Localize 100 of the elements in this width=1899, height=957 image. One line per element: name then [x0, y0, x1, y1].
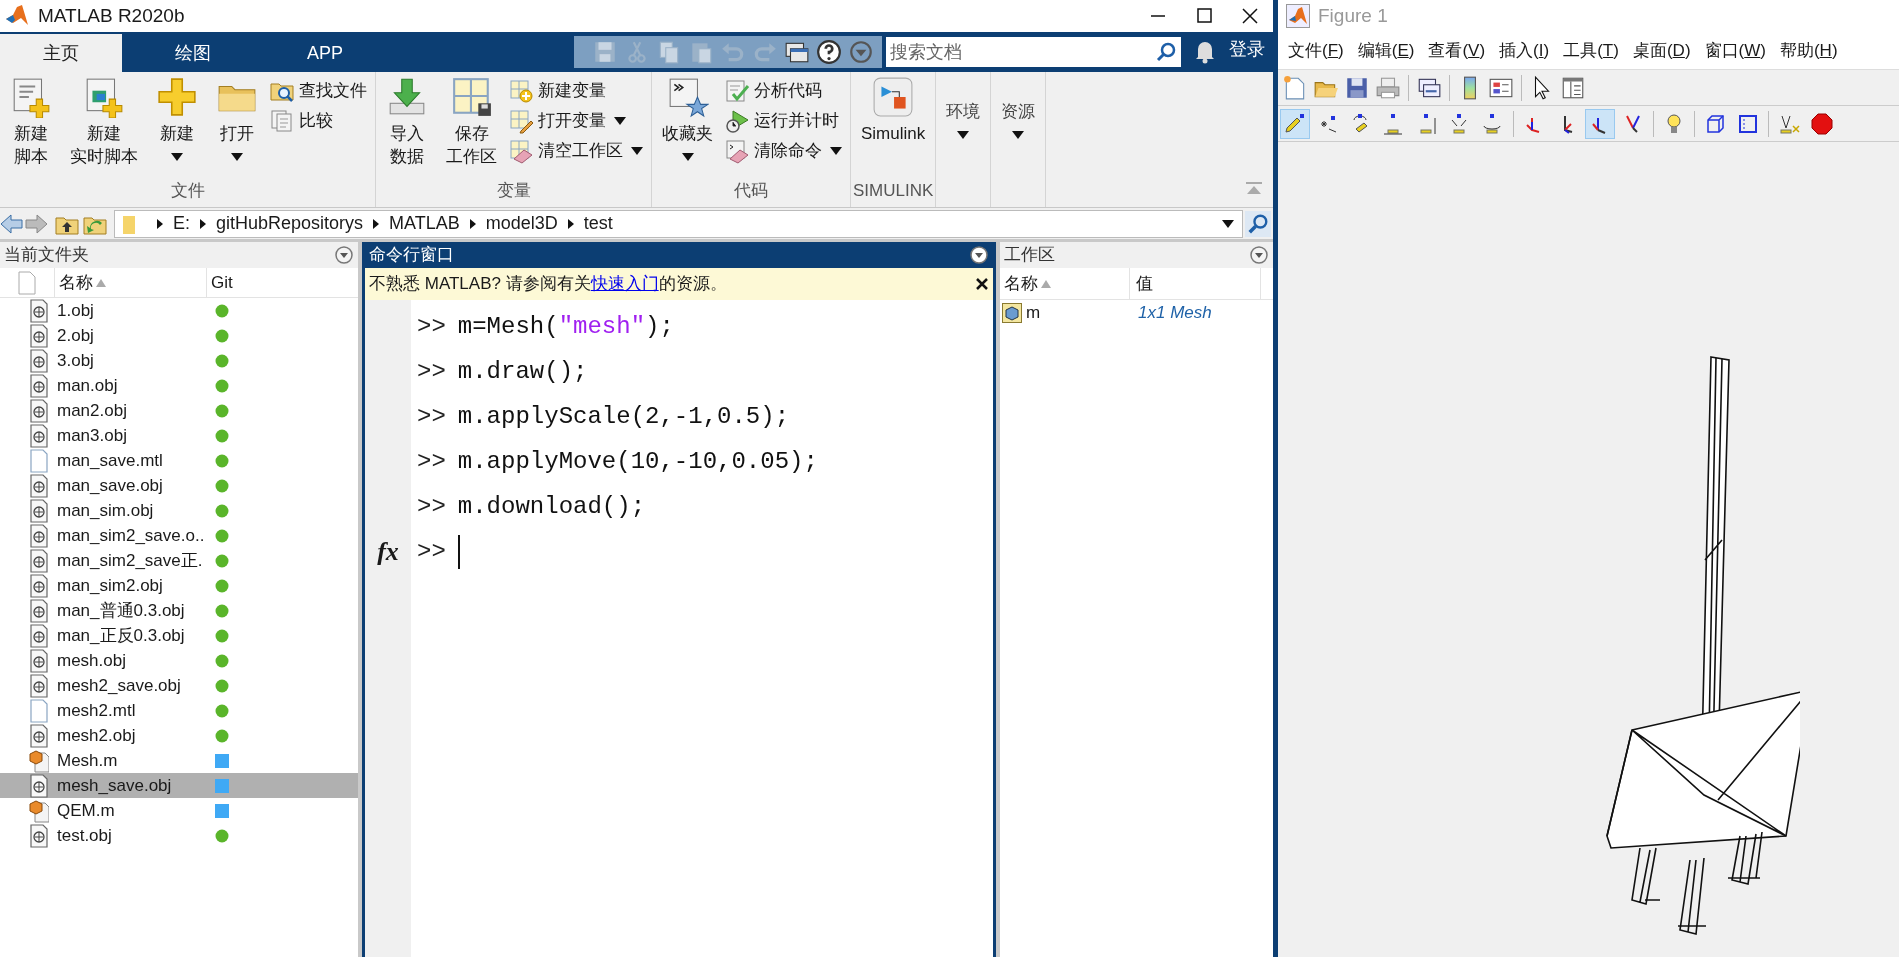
login-link[interactable]: 登录 [1229, 36, 1265, 63]
ribbon-button[interactable]: 打开变量 [509, 108, 647, 134]
object-file-icon [29, 573, 49, 598]
sort-ascending-icon [96, 278, 106, 287]
column-header[interactable]: 名称 [59, 269, 93, 296]
file-name: 3.obj [57, 350, 94, 370]
ribbon-button[interactable]: 新建 脚本 [4, 76, 58, 168]
ribbon-button[interactable]: 环境 [940, 76, 987, 139]
file-row[interactable]: mesh2.obj [0, 723, 358, 748]
ribbon-button[interactable]: 新建变量 [509, 78, 647, 104]
axes-lines-icon [1625, 113, 1641, 134]
toolbar-button[interactable] [1280, 108, 1310, 139]
command-line: m.applyScale(2,-1,0.5); [457, 402, 790, 432]
ribbon-button[interactable]: 导入 数据 [380, 76, 434, 168]
ribbon-button[interactable]: 收藏夹 [656, 76, 719, 161]
panel-menu-icon[interactable] [1249, 245, 1269, 265]
back-arrow-icon[interactable] [0, 212, 24, 235]
menu-item[interactable]: 窗口(W) [1698, 37, 1772, 64]
path-segment[interactable]: E: [173, 210, 190, 237]
file-row[interactable]: QEM.m [0, 798, 358, 823]
ribbon-button[interactable]: 新建 实时脚本 [64, 76, 144, 168]
file-row[interactable]: man_普通0.3.obj [0, 598, 358, 623]
file-name: 1.obj [57, 300, 94, 320]
file-row[interactable]: Mesh.m [0, 748, 358, 773]
menu-item[interactable]: 帮助(H) [1773, 37, 1844, 64]
ribbon-button[interactable]: 清除命令 [725, 138, 846, 164]
panel-title: 当前文件夹 [4, 244, 90, 267]
file-name: man3.obj [57, 425, 127, 445]
file-name: man_正反0.3.obj [57, 625, 185, 645]
file-row[interactable]: man_sim2.obj [0, 573, 358, 598]
ribbon-button[interactable]: Simulink [855, 76, 932, 145]
dropdown-circle-icon[interactable] [848, 39, 874, 65]
ribbon-tab[interactable]: APP [264, 34, 386, 72]
menu-item[interactable]: 编辑(E) [1351, 37, 1421, 64]
path-segment[interactable]: MATLAB [389, 210, 460, 237]
toolbar-button[interactable] [1585, 108, 1615, 139]
file-row[interactable]: test.obj [0, 823, 358, 848]
search-input[interactable]: 搜索文档 [890, 38, 1155, 66]
path-segment[interactable]: gitHubRepositorys [216, 210, 364, 237]
ribbon-tab[interactable]: 绘图 [132, 34, 254, 72]
menu-item[interactable]: 查看(V) [1422, 37, 1492, 64]
ribbon-button[interactable]: 保存 工作区 [440, 76, 503, 168]
file-row[interactable]: mesh_save.obj [0, 773, 358, 798]
file-row[interactable]: mesh2.mtl [0, 698, 358, 723]
class-file-icon [29, 798, 49, 823]
quick-start-link[interactable]: 快速入门 [590, 274, 659, 294]
close-icon[interactable] [975, 277, 989, 291]
menu-item[interactable]: 文件(F) [1282, 37, 1350, 64]
ribbon-button[interactable]: 比较 [270, 108, 371, 134]
column-header[interactable]: 值 [1136, 270, 1153, 297]
search-icon[interactable] [1245, 210, 1271, 237]
object-file-icon [29, 398, 49, 423]
menu-item[interactable]: 桌面(D) [1626, 37, 1697, 64]
column-header[interactable]: Git [211, 269, 233, 296]
variable-name[interactable]: m [1026, 300, 1041, 326]
search-field[interactable]: 搜索文档 [886, 37, 1181, 67]
path-segment[interactable]: test [583, 210, 613, 237]
panel-menu-icon[interactable] [334, 245, 354, 265]
file-row[interactable]: man_正反0.3.obj [0, 623, 358, 648]
ribbon-button[interactable]: 打开 [210, 76, 264, 161]
path-segment[interactable]: model3D [485, 210, 558, 237]
file-row[interactable]: 3.obj [0, 348, 358, 373]
documents-icon [270, 108, 295, 134]
object-file-icon [29, 648, 49, 673]
file-row[interactable]: man_sim2_save正. [0, 548, 358, 573]
ribbon-button[interactable]: 新建 [150, 76, 204, 161]
object-file-icon [29, 673, 49, 698]
file-row[interactable]: mesh2_save.obj [0, 673, 358, 698]
panel-title: 命令行窗口 [369, 244, 455, 267]
address-field[interactable]: E: gitHubRepositorys MATLAB model3D test [114, 209, 1243, 238]
file-row[interactable]: 2.obj [0, 323, 358, 348]
ribbon-button[interactable]: 分析代码 [725, 78, 846, 104]
menu-item[interactable]: 工具(T) [1557, 37, 1625, 64]
file-row[interactable]: man.obj [0, 373, 358, 398]
file-row[interactable]: man2.obj [0, 398, 358, 423]
file-row[interactable]: 1.obj [0, 298, 358, 323]
ribbon-button[interactable]: 运行并计时 [725, 108, 846, 134]
file-row[interactable]: mesh.obj [0, 648, 358, 673]
ribbon-tab[interactable]: 主页 [0, 34, 122, 72]
file-row[interactable]: man_save.obj [0, 473, 358, 498]
object-file-icon [29, 498, 49, 523]
panel-menu-icon[interactable] [969, 245, 989, 265]
folder-icon [123, 213, 137, 234]
column-header[interactable]: 名称 [1004, 270, 1038, 297]
search-icon [1155, 41, 1177, 63]
ribbon-button[interactable]: 资源 [995, 76, 1042, 139]
file-row[interactable]: man_save.mtl [0, 448, 358, 473]
file-row[interactable]: man_sim2_save.o.. [0, 523, 358, 548]
sort-ascending-icon [1041, 279, 1051, 288]
file-row[interactable]: man_sim.obj [0, 498, 358, 523]
ribbon-button[interactable]: 查找文件 [270, 78, 371, 104]
function-browser-button[interactable]: fx [377, 532, 399, 571]
file-row[interactable]: man3.obj [0, 423, 358, 448]
checkmark-document-icon [725, 78, 750, 104]
grid-plus-icon [509, 78, 534, 104]
menu-item[interactable]: 插入(I) [1493, 37, 1556, 64]
help-icon[interactable] [816, 39, 842, 65]
notice-text: 不熟悉 MATLAB? 请参阅有关快速入门的资源。 [369, 273, 728, 296]
file-name: man_sim.obj [57, 500, 154, 520]
ribbon-button[interactable]: 清空工作区 [509, 138, 647, 164]
